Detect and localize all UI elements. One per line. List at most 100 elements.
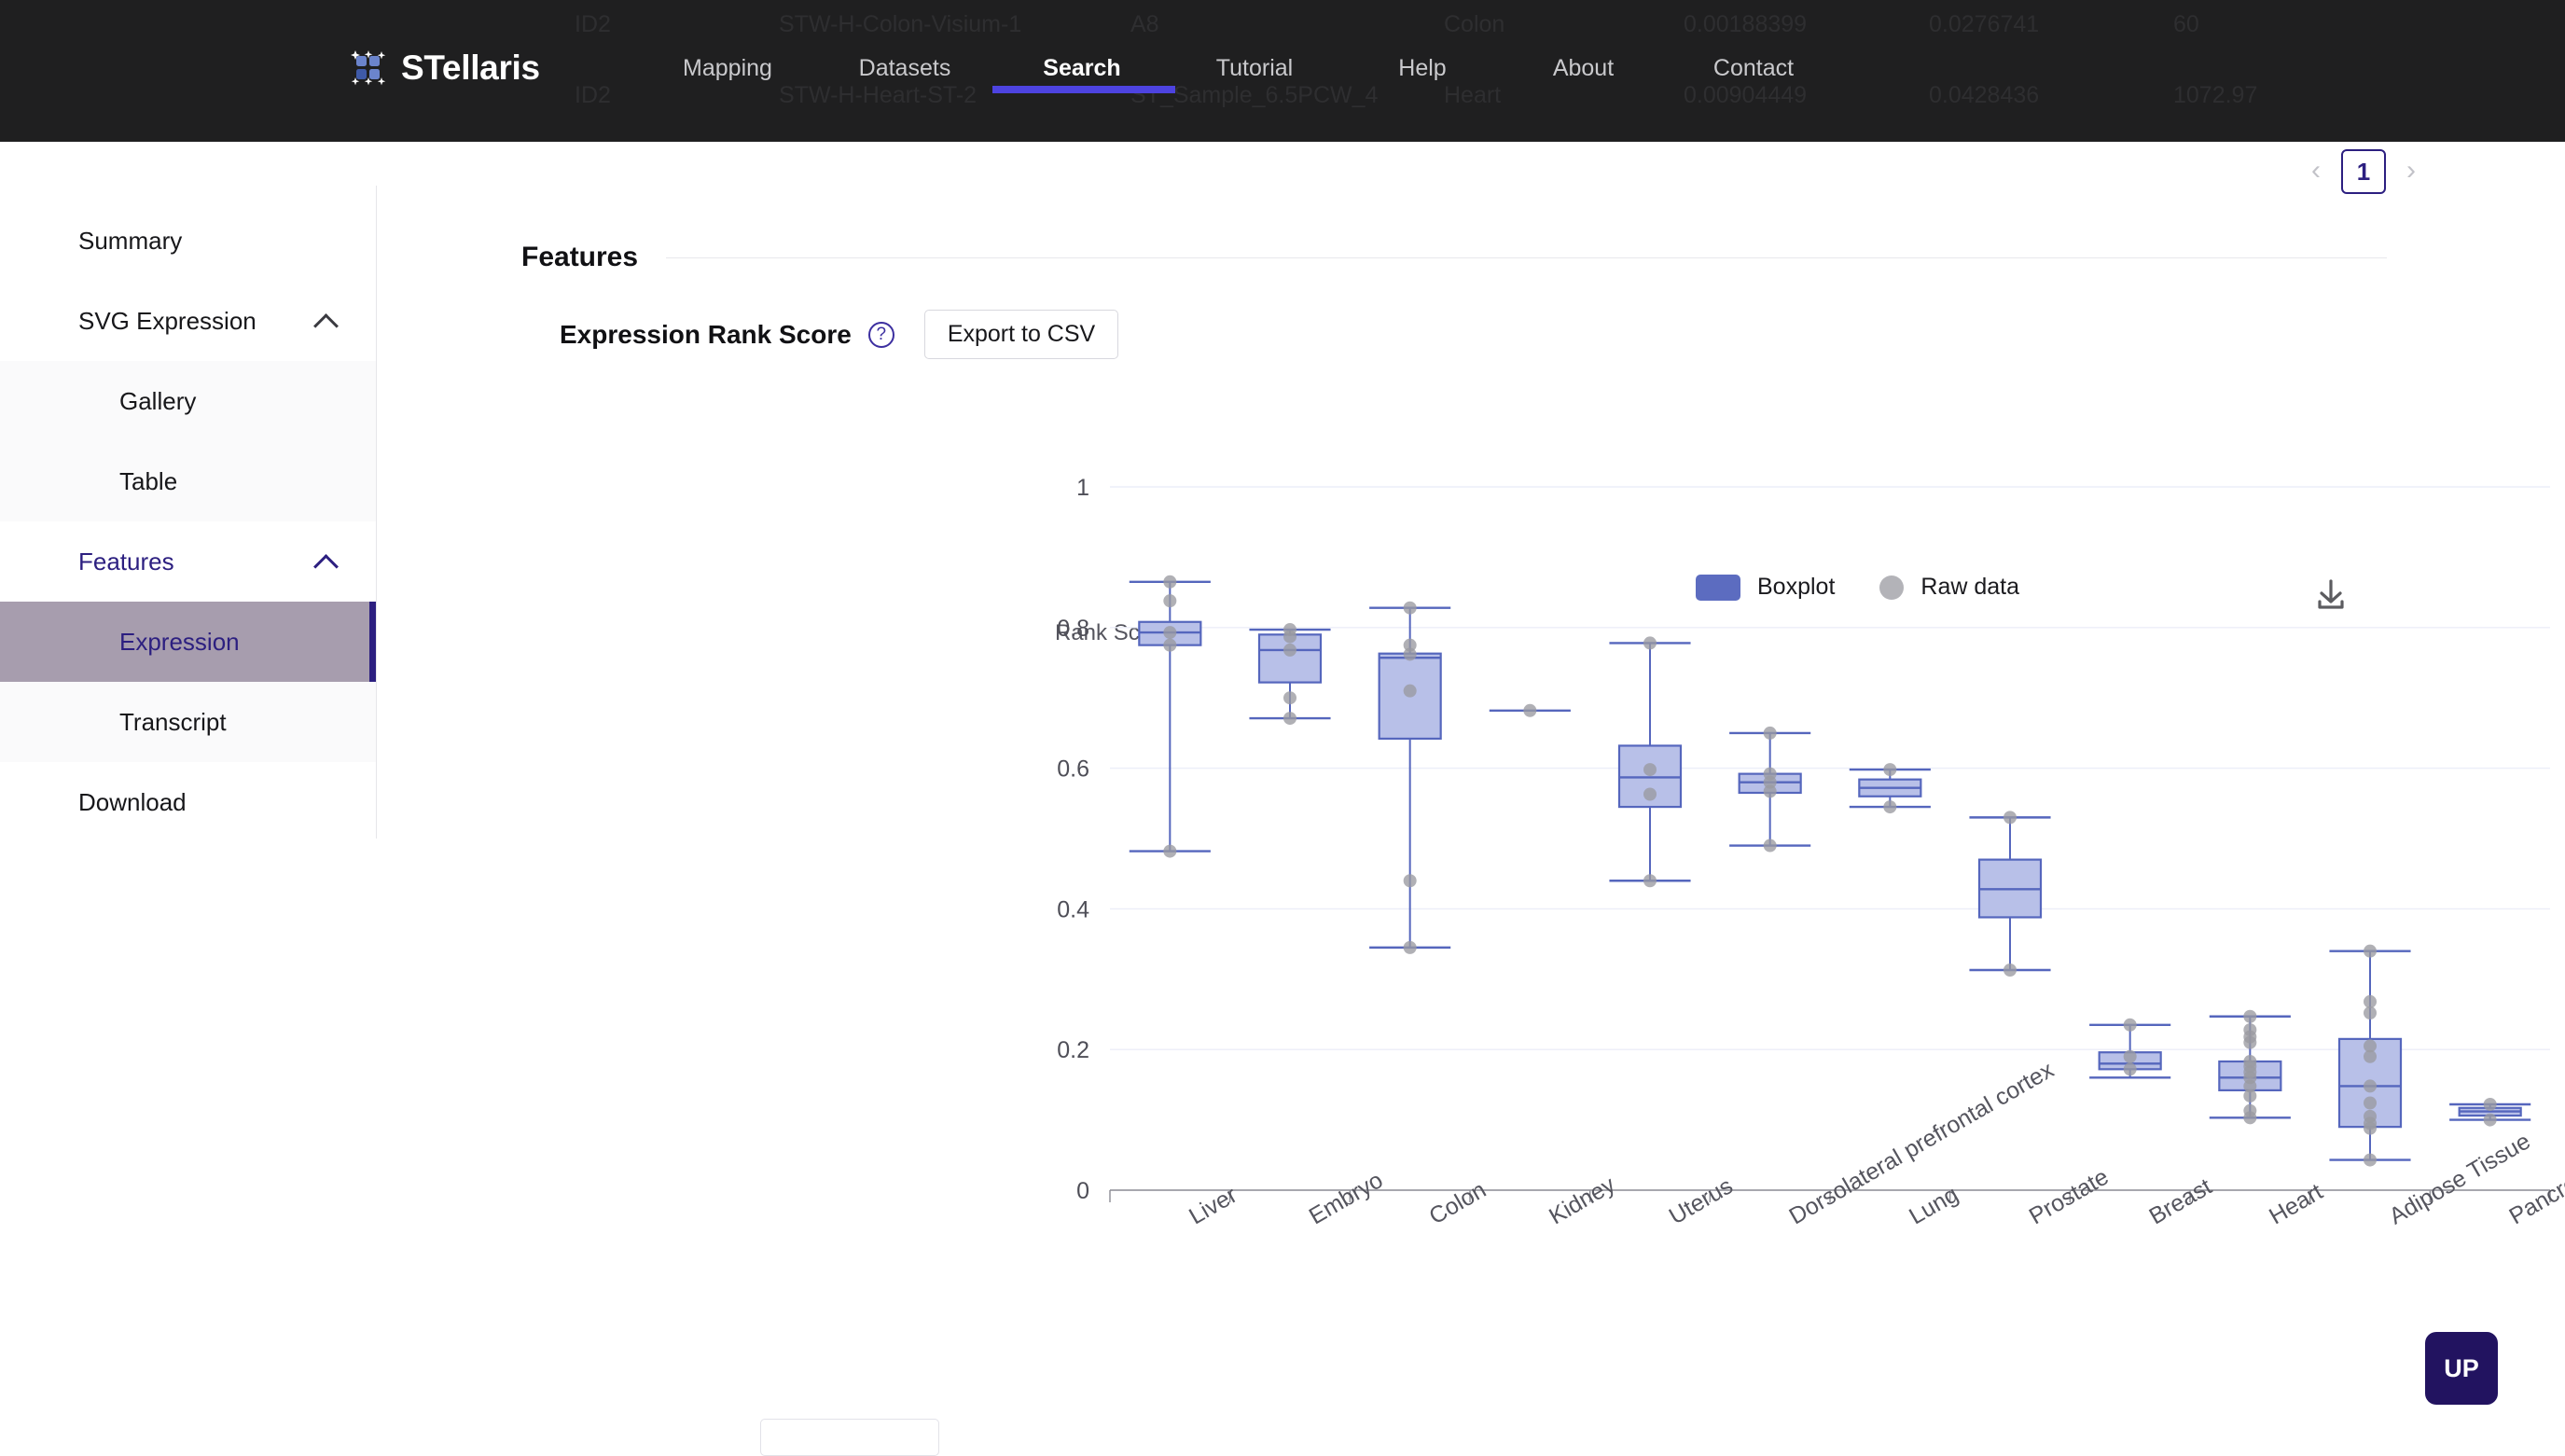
sidebar-item-table[interactable]: Table [0, 441, 376, 521]
sidebar-item-summary[interactable]: Summary [0, 201, 376, 281]
raw-data-point [1283, 691, 1296, 705]
boxplot-colon[interactable] [1369, 601, 1451, 954]
sidebar-group-label: Features [78, 547, 174, 575]
raw-data-point [1283, 712, 1296, 726]
svg-text:Lung: Lung [1905, 1181, 1962, 1229]
boxplot-heart[interactable] [2209, 1009, 2291, 1125]
nav-item-mapping[interactable]: Mapping [644, 55, 811, 82]
raw-data-point [2123, 1062, 2137, 1076]
sidebar-subgroup-svg-expression: Gallery Table [0, 361, 376, 521]
boxplot-breast[interactable] [2089, 1018, 2171, 1079]
x-tick-label: Colon [1424, 1177, 1490, 1230]
nav-item-help[interactable]: Help [1343, 55, 1502, 82]
nav-item-contact[interactable]: Contact [1665, 55, 1842, 82]
raw-data-point [2123, 1018, 2137, 1032]
boxplot-prostate[interactable] [1969, 811, 2051, 977]
raw-data-point [2364, 994, 2377, 1008]
sidebar: Summary SVG Expression Gallery Table Fea… [0, 186, 377, 839]
main-content: Features Expression Rank Score ? Export … [377, 186, 2565, 1425]
raw-data-point [1163, 626, 1177, 640]
raw-data-point [2364, 1079, 2377, 1093]
raw-data-point [1163, 844, 1177, 858]
sidebar-item-label: Table [119, 466, 178, 495]
raw-data-point [2003, 963, 2017, 977]
raw-data-point [2243, 1035, 2257, 1049]
x-tick-label: Prostate [2025, 1164, 2114, 1230]
raw-data-point [2483, 1098, 2497, 1112]
chevron-up-icon [314, 549, 339, 574]
raw-data-point [1763, 784, 1777, 798]
raw-data-point [2003, 811, 2017, 825]
bottom-partial-card [760, 1419, 939, 1456]
svg-text:Embryo: Embryo [1305, 1167, 1388, 1229]
raw-data-point [1643, 874, 1657, 888]
nav-item-about[interactable]: About [1502, 55, 1665, 82]
chevron-left-icon[interactable]: ‹ [2304, 156, 2328, 187]
sidebar-item-label: Transcript [119, 707, 227, 736]
brand-logo-link[interactable]: STellaris [349, 49, 540, 88]
expression-rank-score-boxplot[interactable]: 1 0.8 0.6 0.4 0.2 0 Liver Embryo Colon Kidney Uter… [377, 186, 2565, 1425]
raw-data-point [2243, 1111, 2257, 1125]
x-tick-label: Breast [2144, 1173, 2216, 1229]
y-tick-label: 0.6 [1057, 756, 1089, 783]
svg-text:Pancreas: Pancreas [2504, 1158, 2565, 1229]
y-tick-label: 0.4 [1057, 896, 1089, 922]
raw-data-point [1163, 575, 1177, 589]
x-tick-label: Uterus [1665, 1172, 1738, 1229]
ghost-cell: 60 [2173, 11, 2199, 37]
raw-data-point [1763, 726, 1777, 740]
boxplot-adipose-tissue[interactable] [2329, 944, 2411, 1167]
raw-data-point [2483, 1113, 2497, 1127]
raw-data-point [2364, 1153, 2377, 1167]
raw-data-point [2364, 1049, 2377, 1063]
boxplot-kidney[interactable] [1489, 703, 1571, 717]
svg-text:Breast: Breast [2144, 1173, 2216, 1229]
sidebar-item-transcript[interactable]: Transcript [0, 682, 376, 762]
raw-data-point [2243, 1089, 2257, 1102]
sidebar-item-gallery[interactable]: Gallery [0, 361, 376, 441]
raw-data-point [1403, 647, 1417, 661]
app-header: ID2 STW-H-Colon-Visium-1 A8 Colon 0.0018… [0, 0, 2565, 142]
sidebar-group-features[interactable]: Features [0, 521, 376, 602]
x-tick-label: Liver [1185, 1182, 1241, 1229]
x-tick-label: Pancreas [2504, 1158, 2565, 1229]
ghost-cell: A8 [1130, 11, 1159, 37]
nav-item-datasets[interactable]: Datasets [811, 55, 998, 82]
svg-text:Liver: Liver [1185, 1182, 1241, 1229]
boxplot-liver[interactable] [1129, 575, 1211, 858]
sidebar-group-svg-expression[interactable]: SVG Expression [0, 281, 376, 361]
svg-text:Heart: Heart [2265, 1179, 2327, 1230]
chevron-right-icon[interactable]: › [2399, 156, 2423, 187]
raw-data-point [1643, 763, 1657, 777]
boxplot-uterus[interactable] [1609, 636, 1691, 888]
raw-data-point [1163, 638, 1177, 652]
raw-data-point [1643, 787, 1657, 801]
sidebar-item-download[interactable]: Download [0, 762, 376, 842]
raw-data-point [1883, 800, 1897, 814]
raw-data-point [1403, 601, 1417, 615]
nav-item-search[interactable]: Search [998, 55, 1166, 82]
brand-name: STellaris [401, 49, 540, 87]
raw-data-point [1163, 594, 1177, 608]
boxplot-dorsolateral-prefrontal-cortex[interactable] [1729, 726, 1811, 853]
ghost-cell: STW-H-Colon-Visium-1 [779, 11, 1022, 37]
raw-data-point [2364, 1005, 2377, 1019]
grid-sparkle-logo-icon [349, 49, 388, 88]
sidebar-item-expression[interactable]: Expression [0, 602, 376, 682]
boxplot-lung[interactable] [1849, 763, 1931, 814]
svg-text:Prostate: Prostate [2025, 1164, 2114, 1230]
raw-data-point [1523, 703, 1537, 717]
boxplot-pancreas[interactable] [2449, 1098, 2531, 1127]
nav-item-tutorial[interactable]: Tutorial [1166, 55, 1343, 82]
ghost-cell: 0.0276741 [1929, 11, 2040, 37]
sidebar-item-label: Expression [119, 627, 240, 656]
sidebar-item-label: Download [78, 787, 187, 816]
sidebar-item-label: Gallery [119, 386, 197, 415]
scroll-to-top-button[interactable]: UP [2425, 1332, 2498, 1405]
x-tick-label: Lung [1905, 1181, 1962, 1229]
svg-text:Kidney: Kidney [1545, 1172, 1620, 1230]
raw-data-point [2364, 944, 2377, 958]
raw-data-point [1283, 630, 1296, 644]
x-tick-label: Kidney [1545, 1172, 1620, 1230]
boxplot-embryo[interactable] [1249, 623, 1331, 726]
